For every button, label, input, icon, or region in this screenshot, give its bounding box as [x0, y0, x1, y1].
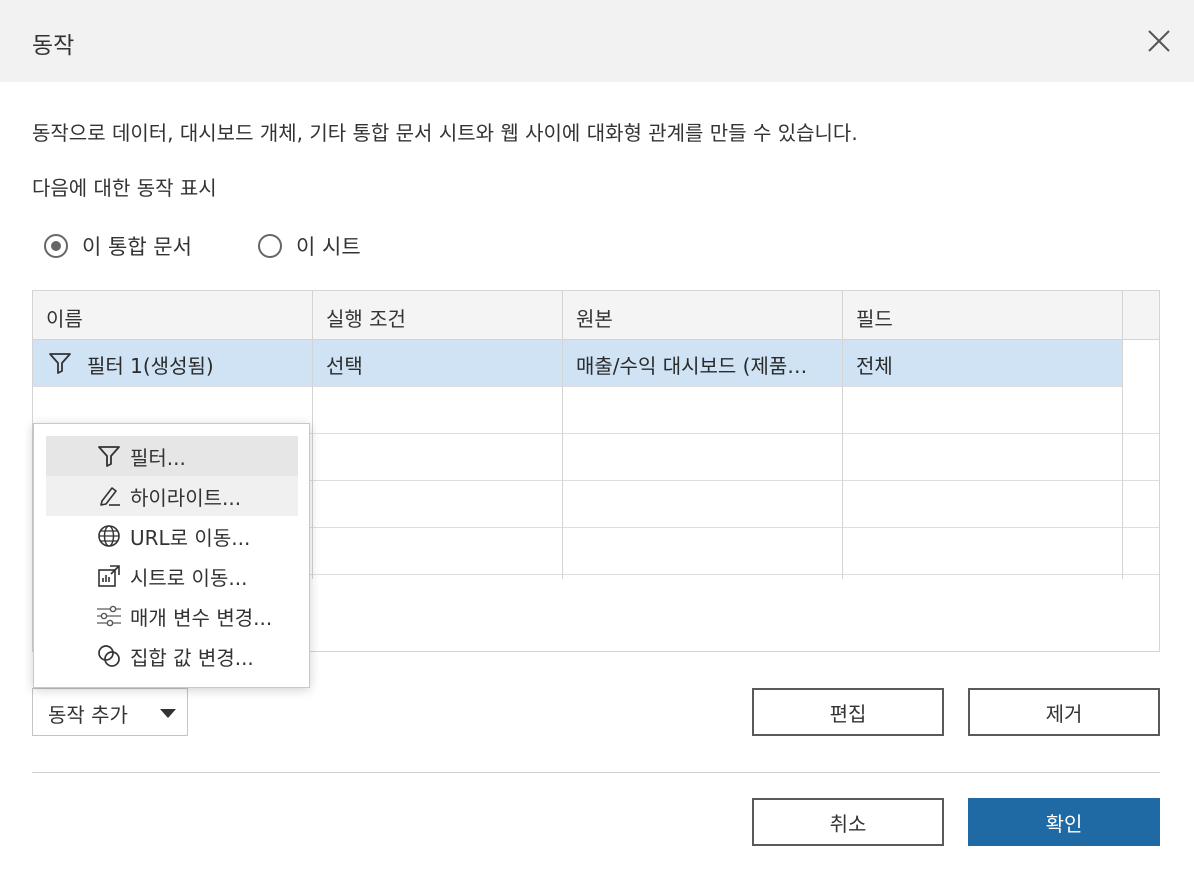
- radio-this-workbook[interactable]: 이 통합 문서: [44, 231, 192, 261]
- column-header-fields[interactable]: 필드: [856, 303, 893, 332]
- cancel-button[interactable]: 취소: [752, 798, 944, 846]
- menu-item-go-to-sheet[interactable]: 시트로 이동...: [46, 556, 298, 596]
- sliders-icon: [94, 601, 124, 631]
- menu-item-label: 하이라이트...: [130, 485, 242, 510]
- menu-item-label: 집합 값 변경...: [130, 645, 254, 670]
- dialog-description: 동작으로 데이터, 대시보드 개체, 기타 통합 문서 시트와 웹 사이에 대화…: [32, 121, 858, 145]
- dialog-title: 동작: [32, 33, 75, 59]
- menu-item-highlight[interactable]: 하이라이트...: [46, 476, 298, 516]
- column-divider: [312, 291, 313, 579]
- menu-item-label: 필터...: [130, 445, 186, 470]
- radio-this-sheet[interactable]: 이 시트: [258, 231, 361, 261]
- ok-button[interactable]: 확인: [968, 798, 1160, 846]
- menu-item-label: 매개 변수 변경...: [130, 605, 273, 630]
- dialog-titlebar: 동작: [0, 0, 1194, 82]
- edit-button[interactable]: 편집: [752, 688, 944, 736]
- column-header-source[interactable]: 원본: [576, 303, 613, 332]
- table-row[interactable]: 필터 1(생성됨) 선택 매출/수익 대시보드 (제품… 전체: [33, 340, 1123, 387]
- menu-item-label: 시트로 이동...: [130, 565, 248, 590]
- row-fields: 전체: [856, 354, 893, 378]
- footer-divider: [32, 772, 1160, 773]
- column-divider: [562, 291, 563, 579]
- close-icon[interactable]: [1144, 26, 1174, 56]
- radio-label: 이 통합 문서: [82, 235, 192, 259]
- menu-item-go-to-url[interactable]: URL로 이동...: [46, 516, 298, 556]
- add-action-menu: 필터... 하이라이트... URL로 이동... 시트로 이동... 매개 변…: [33, 423, 310, 688]
- column-divider: [842, 291, 843, 579]
- table-header: 이름 실행 조건 원본 필드: [33, 291, 1159, 340]
- menu-item-change-set-values[interactable]: 집합 값 변경...: [46, 636, 298, 676]
- filter-icon: [47, 350, 73, 380]
- column-header-name[interactable]: 이름: [46, 303, 83, 332]
- radio-unchecked-icon[interactable]: [258, 234, 282, 258]
- remove-button[interactable]: 제거: [968, 688, 1160, 736]
- add-action-label: 동작 추가: [48, 703, 128, 727]
- goto-sheet-icon: [94, 561, 124, 591]
- row-name: 필터 1(생성됨): [87, 354, 214, 378]
- column-header-run-on[interactable]: 실행 조건: [326, 303, 406, 332]
- column-divider: [1122, 291, 1123, 579]
- highlighter-icon: [94, 481, 124, 511]
- menu-item-label: URL로 이동...: [130, 525, 251, 550]
- radio-checked-icon[interactable]: [44, 234, 68, 258]
- set-icon: [94, 641, 124, 671]
- menu-item-filter[interactable]: 필터...: [46, 436, 298, 476]
- row-source: 매출/수익 대시보드 (제품…: [576, 354, 808, 378]
- add-action-dropdown[interactable]: 동작 추가: [32, 688, 188, 736]
- caret-down-icon: [160, 709, 176, 718]
- row-run-on: 선택: [326, 354, 363, 378]
- show-for-label: 다음에 대한 동작 표시: [32, 176, 217, 200]
- globe-icon: [94, 521, 124, 551]
- filter-icon: [94, 441, 124, 471]
- radio-label: 이 시트: [296, 235, 361, 259]
- menu-item-change-parameter[interactable]: 매개 변수 변경...: [46, 596, 298, 636]
